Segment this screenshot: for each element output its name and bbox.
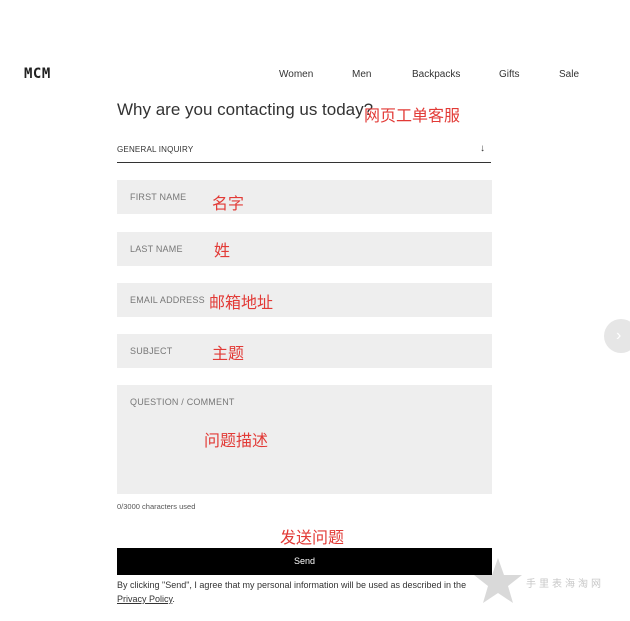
watermark-text: 手里表海淘网 [526,579,604,590]
first-name-annotation: 名字 [212,196,245,213]
first-name-placeholder: FIRST NAME [130,192,187,202]
consent-statement: By clicking "Send", I agree that my pers… [117,580,467,590]
email-annotation: 邮箱地址 [209,295,274,312]
send-button[interactable]: Send [117,548,492,575]
privacy-policy-link[interactable]: Privacy Policy [117,594,172,604]
first-name-field[interactable]: FIRST NAME [117,180,492,214]
last-name-field[interactable]: LAST NAME [117,232,492,266]
consent-period: . [172,594,175,604]
last-name-placeholder: LAST NAME [130,244,183,254]
star-icon [474,558,522,603]
email-field[interactable]: EMAIL ADDRESS [117,283,492,317]
subject-annotation: 主题 [212,346,245,363]
send-annotation: 发送问题 [280,530,345,547]
character-counter: 0/3000 characters used [117,502,196,511]
heading-annotation: 网页工单客服 [364,108,461,125]
nav-item-gifts[interactable]: Gifts [499,69,520,80]
subject-placeholder: SUBJECT [130,346,173,356]
email-placeholder: EMAIL ADDRESS [130,295,205,305]
nav-item-men[interactable]: Men [352,69,371,80]
page-title: Why are you contacting us today? [117,100,374,119]
consent-text: By clicking "Send", I agree that my pers… [117,578,497,606]
subject-field[interactable]: SUBJECT [117,334,492,368]
chevron-right-icon[interactable]: › [604,319,630,353]
arrow-down-icon: ↓ [480,143,485,154]
last-name-annotation: 姓 [214,243,231,260]
nav-item-sale[interactable]: Sale [559,69,579,80]
question-annotation: 问题描述 [204,433,269,450]
question-textarea[interactable]: QUESTION / COMMENT [117,385,492,494]
brand-logo[interactable]: MCM [24,66,51,82]
reason-select[interactable]: GENERAL INQUIRY ↓ [117,140,491,163]
nav-item-backpacks[interactable]: Backpacks [412,69,460,80]
question-placeholder: QUESTION / COMMENT [130,397,235,407]
reason-select-value: GENERAL INQUIRY [117,145,194,154]
nav-item-women[interactable]: Women [279,69,313,80]
watermark: 手里表海淘网 [470,556,630,606]
